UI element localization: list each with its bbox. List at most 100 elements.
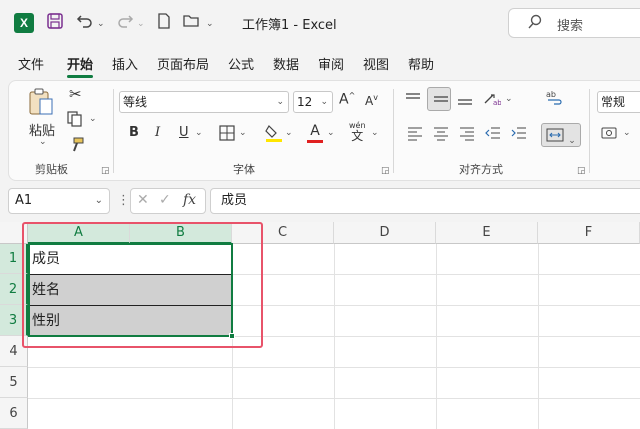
svg-text:ab: ab [493,99,501,107]
search-placeholder: 搜索 [557,19,584,34]
svg-text:ab: ab [546,90,556,99]
cut-icon[interactable]: ✂ [69,85,82,103]
phonetic-guide-button[interactable]: wén 文 [349,121,366,143]
tab-insert[interactable]: 插入 [112,54,138,73]
chevron-down-icon: ⌄ [320,97,328,107]
number-format-value: 常规 [601,95,626,109]
paste-icon[interactable] [27,87,55,121]
underline-dropdown-icon[interactable]: ⌄ [195,128,203,138]
search-box[interactable]: 搜索 [508,8,640,38]
font-size-value: 12 [297,95,313,109]
formula-bar: A1 ⌄ ⋮ ✕ ✓ fx 成员 [0,186,640,216]
font-size-combo[interactable]: 12 ⌄ [293,91,333,113]
name-box[interactable]: A1 ⌄ [8,188,110,214]
copy-icon[interactable] [67,111,83,131]
row-header-5[interactable]: 5 [0,367,28,398]
align-right-icon[interactable] [459,125,475,145]
column-header-d[interactable]: D [334,222,436,244]
copy-dropdown-icon[interactable]: ⌄ [89,114,97,124]
format-painter-icon[interactable] [69,137,85,157]
undo-dropdown-icon[interactable]: ⌄ [97,13,105,35]
number-format-combo[interactable]: 常规 [597,91,640,113]
title-bar: X ⌄ ⌄ ⌄ 工作簿1 - Excel 搜索 [0,0,640,46]
undo-icon[interactable] [76,12,94,34]
highlight-annotation-box [22,222,263,348]
font-color-icon: A [310,123,320,139]
accounting-dropdown-icon[interactable]: ⌄ [623,128,631,138]
tab-home[interactable]: 开始 [67,54,94,78]
phonetic-dropdown-icon[interactable]: ⌄ [371,128,379,138]
underline-button[interactable]: U [179,125,189,140]
more-options-icon[interactable]: ⋮ [117,193,130,208]
align-middle-icon[interactable] [427,87,451,111]
align-left-icon[interactable] [407,125,423,145]
alignment-group-label: 对齐方式 [459,163,503,176]
open-folder-icon[interactable] [182,12,202,34]
column-header-e[interactable]: E [436,222,538,244]
name-box-value: A1 [15,193,33,208]
font-name-combo[interactable]: 等线 ⌄ [119,91,289,113]
insert-function-button[interactable]: fx [183,192,196,208]
row-header-6[interactable]: 6 [0,398,28,429]
align-top-icon[interactable] [405,91,421,111]
merge-dropdown-icon: ⌄ [568,136,576,146]
ribbon-tabs: 文件 开始 插入 页面布局 公式 数据 审阅 视图 帮助 [0,46,640,78]
italic-button[interactable]: I [155,125,160,140]
gridline [28,367,640,368]
decrease-font-size-button[interactable]: Av [365,93,378,108]
bold-button[interactable]: B [129,125,139,140]
search-icon [527,14,543,34]
redo-dropdown-icon[interactable]: ⌄ [137,13,145,35]
phonetic-char: 文 [351,129,364,143]
borders-icon[interactable] [219,125,235,145]
group-divider [589,89,590,173]
cancel-icon[interactable]: ✕ [137,192,149,208]
increase-font-size-button[interactable]: A^ [339,91,355,108]
align-bottom-icon[interactable] [457,91,473,111]
chevron-down-icon: ⌄ [276,97,284,107]
fill-color-icon[interactable] [265,123,283,147]
accounting-format-icon[interactable] [601,125,621,145]
font-group-label: 字体 [233,163,255,176]
font-launcher-icon[interactable]: ◲ [381,166,390,176]
clipboard-launcher-icon[interactable]: ◲ [101,166,110,176]
decrease-indent-icon[interactable] [485,125,501,145]
orientation-icon[interactable]: ab [483,91,502,111]
font-color-dropdown-icon[interactable]: ⌄ [327,128,335,138]
tab-help[interactable]: 帮助 [408,54,434,73]
fill-color-dropdown-icon[interactable]: ⌄ [285,128,293,138]
tab-view[interactable]: 视图 [363,54,389,73]
font-color-swatch [307,140,323,143]
window-title: 工作簿1 - Excel [242,18,337,33]
orientation-dropdown-icon[interactable]: ⌄ [505,94,513,104]
column-header-f[interactable]: F [538,222,640,244]
formula-controls: ✕ ✓ fx [130,188,206,214]
chevron-down-icon: ⌄ [94,195,103,206]
redo-icon[interactable] [116,12,134,34]
excel-window: X ⌄ ⌄ ⌄ 工作簿1 - Excel 搜索 文件 开始 插入 页面布局 公式… [0,0,640,429]
increase-indent-icon[interactable] [511,125,527,145]
save-icon[interactable] [46,12,64,34]
gridline [28,398,640,399]
clipboard-group-label: 剪贴板 [35,163,68,176]
tab-review[interactable]: 审阅 [318,54,344,73]
group-divider [113,89,114,173]
quick-access-dropdown-icon[interactable]: ⌄ [206,13,214,35]
paste-dropdown-icon[interactable]: ⌄ [39,137,47,147]
enter-icon[interactable]: ✓ [159,192,171,208]
borders-dropdown-icon[interactable]: ⌄ [239,128,247,138]
tab-file[interactable]: 文件 [18,54,44,73]
wrap-text-icon[interactable]: ab [545,89,563,111]
group-divider [393,89,394,173]
excel-logo: X [14,13,34,33]
formula-input[interactable]: 成员 [210,188,640,214]
new-file-icon[interactable] [156,12,172,34]
align-center-icon[interactable] [433,125,449,145]
tab-formulas[interactable]: 公式 [228,54,254,73]
font-color-button[interactable]: A [307,123,323,143]
alignment-launcher-icon[interactable]: ◲ [577,166,586,176]
ribbon-home: 粘贴 ⌄ ✂ ⌄ 剪贴板 ◲ 等线 ⌄ 12 ⌄ A^ Av B I U ⌄ ⌄ [8,80,640,181]
tab-page-layout[interactable]: 页面布局 [157,54,209,73]
merge-center-button[interactable]: ⌄ [541,123,581,147]
tab-data[interactable]: 数据 [273,54,299,73]
